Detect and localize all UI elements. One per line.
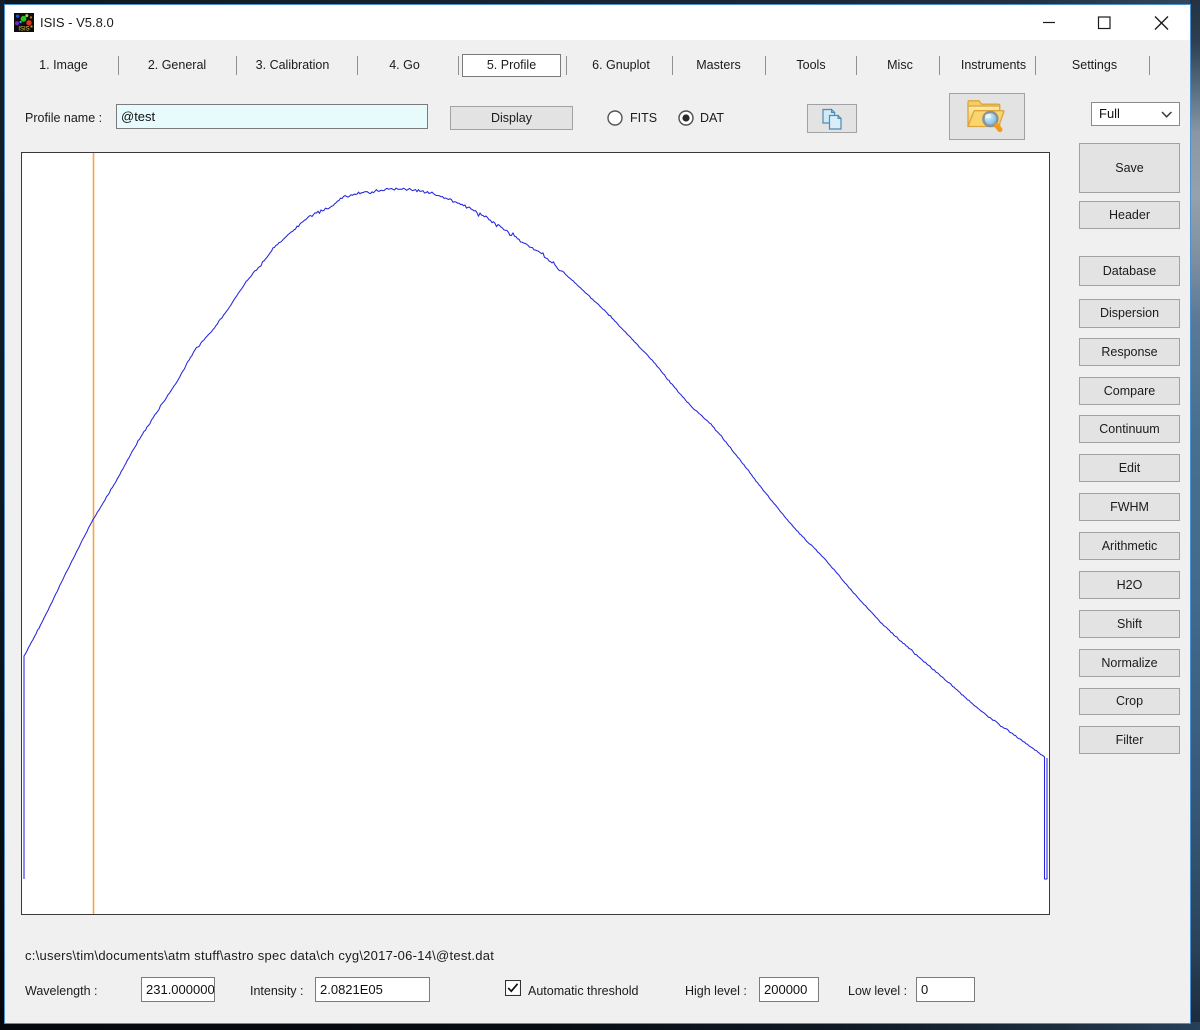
svg-text:ISIS: ISIS [18,27,29,33]
